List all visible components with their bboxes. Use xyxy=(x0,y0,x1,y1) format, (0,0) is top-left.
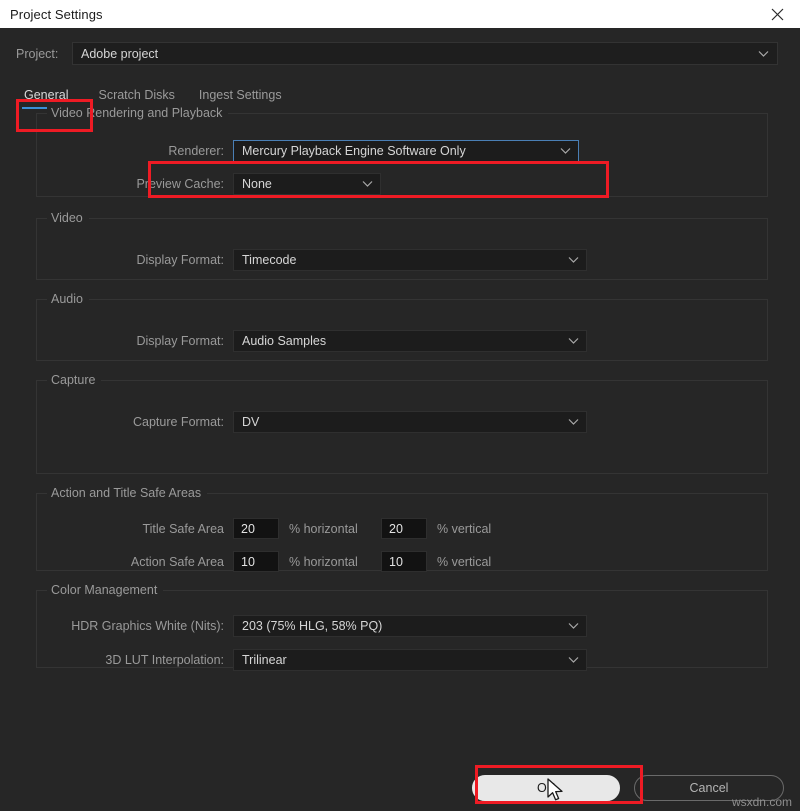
preview-cache-label: Preview Cache: xyxy=(136,177,224,191)
title-safe-vertical-input[interactable]: 20 xyxy=(381,518,427,539)
action-safe-vertical-input[interactable]: 10 xyxy=(381,551,427,572)
chevron-down-icon xyxy=(568,419,579,426)
capture-format-label: Capture Format: xyxy=(132,415,224,429)
window-title-bar: Project Settings xyxy=(0,0,800,28)
dialog-footer: OK Cancel xyxy=(0,775,800,801)
chevron-down-icon xyxy=(560,148,571,155)
group-video: Video Display Format: Timecode xyxy=(36,211,768,280)
group-capture-title: Capture xyxy=(47,373,102,387)
capture-format-dropdown[interactable]: DV xyxy=(233,411,587,433)
lut-interpolation-value: Trilinear xyxy=(242,653,287,667)
hdr-graphics-white-value: 203 (75% HLG, 58% PQ) xyxy=(242,619,383,633)
group-safe-areas: Action and Title Safe Areas Title Safe A… xyxy=(36,486,768,572)
action-safe-horizontal-unit: % horizontal xyxy=(289,554,358,569)
title-safe-horizontal-input[interactable]: 20 xyxy=(233,518,279,539)
audio-display-format-value: Audio Samples xyxy=(242,334,327,348)
video-display-format-dropdown[interactable]: Timecode xyxy=(233,249,587,271)
group-safe-areas-title: Action and Title Safe Areas xyxy=(47,486,208,500)
video-display-format-label: Display Format: xyxy=(136,253,224,267)
group-video-title: Video xyxy=(47,211,89,225)
renderer-row: Renderer: Mercury Playback Engine Softwa… xyxy=(37,140,767,162)
tab-general-label: General xyxy=(24,88,69,102)
action-safe-area-row: Action Safe Area 10 % horizontal 10 % ve… xyxy=(37,551,767,572)
audio-display-format-row: Display Format: Audio Samples xyxy=(37,330,767,352)
video-display-format-value: Timecode xyxy=(242,253,297,267)
title-safe-horizontal-unit: % horizontal xyxy=(289,521,358,536)
lut-interpolation-label: 3D LUT Interpolation: xyxy=(105,653,224,667)
video-display-format-row: Display Format: Timecode xyxy=(37,249,767,271)
group-audio: Audio Display Format: Audio Samples xyxy=(36,292,768,361)
chevron-down-icon xyxy=(568,623,579,630)
capture-format-value: DV xyxy=(242,415,260,429)
chevron-down-icon xyxy=(568,257,579,264)
action-safe-vertical-unit: % vertical xyxy=(437,554,492,569)
project-dropdown-value: Adobe project xyxy=(81,46,159,61)
project-row: Project: Adobe project xyxy=(0,28,800,65)
project-dropdown[interactable]: Adobe project xyxy=(72,42,778,65)
ok-button-label: OK xyxy=(536,781,556,795)
tab-scratch-disks-label: Scratch Disks xyxy=(98,88,175,102)
audio-display-format-dropdown[interactable]: Audio Samples xyxy=(233,330,587,352)
hdr-graphics-white-label: HDR Graphics White (Nits): xyxy=(71,619,224,633)
renderer-value: Mercury Playback Engine Software Only xyxy=(242,144,466,158)
hdr-graphics-white-row: HDR Graphics White (Nits): 203 (75% HLG,… xyxy=(37,615,767,637)
chevron-down-icon xyxy=(758,50,769,57)
lut-interpolation-row: 3D LUT Interpolation: Trilinear xyxy=(37,649,767,671)
preview-cache-dropdown[interactable]: None xyxy=(233,173,381,195)
project-label: Project: xyxy=(16,46,59,61)
group-capture: Capture Capture Format: DV xyxy=(36,373,768,474)
hdr-graphics-white-dropdown[interactable]: 203 (75% HLG, 58% PQ) xyxy=(233,615,587,637)
group-color-management-title: Color Management xyxy=(47,583,164,597)
chevron-down-icon xyxy=(568,338,579,345)
tab-ingest-settings-label: Ingest Settings xyxy=(198,88,282,102)
watermark: wsxdn.com xyxy=(731,795,792,809)
preview-cache-value: None xyxy=(242,177,272,191)
group-color-management: Color Management HDR Graphics White (Nit… xyxy=(36,583,768,671)
title-safe-vertical-unit: % vertical xyxy=(437,521,492,536)
audio-display-format-label: Display Format: xyxy=(136,334,224,348)
title-safe-area-row: Title Safe Area 20 % horizontal 20 % ver… xyxy=(37,518,767,539)
chevron-down-icon xyxy=(362,181,373,188)
close-icon-glyph xyxy=(771,8,783,20)
group-video-rendering-title: Video Rendering and Playback xyxy=(47,106,229,120)
window-title: Project Settings xyxy=(10,6,103,22)
lut-interpolation-dropdown[interactable]: Trilinear xyxy=(233,649,587,671)
renderer-dropdown[interactable]: Mercury Playback Engine Software Only xyxy=(233,140,579,162)
chevron-down-icon xyxy=(568,657,579,664)
cancel-button-label: Cancel xyxy=(689,781,729,795)
title-safe-area-label: Title Safe Area xyxy=(142,521,224,536)
ok-button[interactable]: OK xyxy=(472,775,620,801)
close-icon[interactable] xyxy=(754,0,800,28)
preview-cache-row: Preview Cache: None xyxy=(37,173,767,195)
action-safe-horizontal-input[interactable]: 10 xyxy=(233,551,279,572)
group-audio-title: Audio xyxy=(47,292,89,306)
renderer-label: Renderer: xyxy=(168,144,224,158)
action-safe-area-label: Action Safe Area xyxy=(130,554,224,569)
capture-format-row: Capture Format: DV xyxy=(37,411,767,433)
settings-tabs: General Scratch Disks Ingest Settings xyxy=(0,65,800,109)
group-video-rendering-playback: Video Rendering and Playback Renderer: M… xyxy=(36,106,768,197)
project-settings-dialog: Project: Adobe project General Scratch D… xyxy=(0,28,800,811)
